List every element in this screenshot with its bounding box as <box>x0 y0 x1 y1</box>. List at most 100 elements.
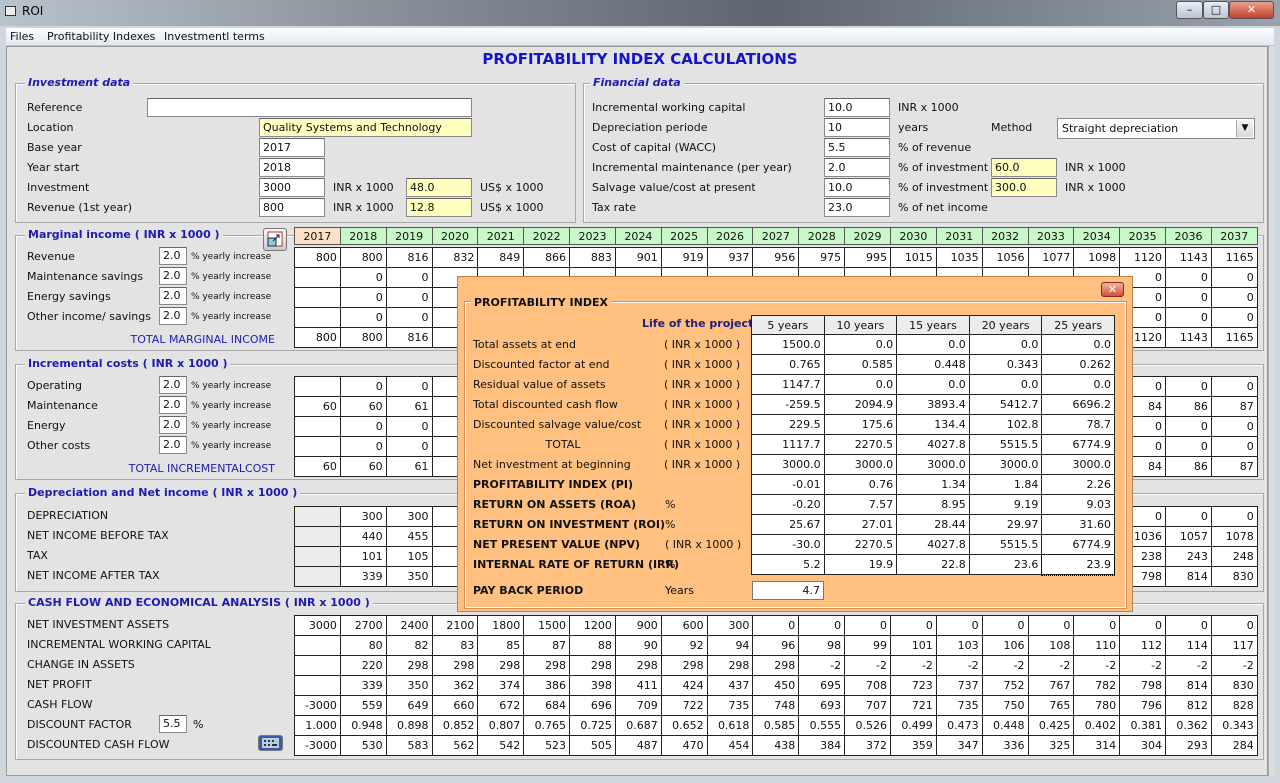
table-cell: 765 <box>1027 695 1075 716</box>
year-2035: 2035 <box>1119 227 1167 245</box>
metric-label: Discounted salvage value/cost <box>473 418 642 431</box>
table-cell: 816 <box>385 327 433 348</box>
table-cell: 814 <box>1165 675 1212 696</box>
yearly-increase-input[interactable]: 2.0 <box>159 267 187 285</box>
yearly-increase-label: % yearly increase <box>191 272 272 282</box>
table-cell: 0 <box>1165 436 1212 457</box>
table-cell: 112 <box>1119 635 1167 656</box>
table-cell: 693 <box>798 695 846 716</box>
table-row: -0.20 7.57 8.95 9.19 9.03 <box>751 494 1115 515</box>
table-cell: 325 <box>1027 735 1075 756</box>
table-cell: 1098 <box>1073 247 1121 268</box>
table-cell: 0.0 <box>896 374 970 395</box>
table-cell: 0.807 <box>477 715 525 736</box>
table-cell: 298 <box>614 655 662 676</box>
financial-input[interactable]: 10.0 <box>824 178 890 197</box>
table-cell: 0 <box>339 287 387 308</box>
financial-input[interactable]: 2.0 <box>824 158 890 177</box>
year-2020: 2020 <box>431 227 479 245</box>
depreciation-method-select[interactable]: Straight depreciation ▼ <box>1057 118 1255 139</box>
menu-investment-terms[interactable]: Investmentl terms <box>164 30 265 43</box>
table-cell: 0 <box>798 615 846 636</box>
table-cell: 672 <box>477 695 525 716</box>
table-cell: 0 <box>1119 615 1167 636</box>
table-cell: 800 <box>294 327 341 348</box>
yearly-increase-input[interactable]: 2.0 <box>159 287 187 305</box>
row-label: DISCOUNTED CASH FLOW <box>27 738 170 751</box>
table-cell: 1500.0 <box>751 334 825 355</box>
table-cell: 748 <box>752 695 800 716</box>
yearly-increase-input[interactable]: 2.0 <box>159 436 187 454</box>
yearly-increase-input[interactable]: 2.0 <box>159 396 187 414</box>
financial-unit: % of revenue <box>898 141 972 154</box>
menu-files[interactable]: Files <box>10 30 34 43</box>
revenue-input[interactable]: 800 <box>259 198 325 217</box>
menu-profitability-indexes[interactable]: Profitability Indexes <box>47 30 155 43</box>
base-year-input[interactable]: 2017 <box>259 138 325 157</box>
minimize-button[interactable]: – <box>1176 1 1203 19</box>
table-row: 800 800 816 832 849 866 883 901 919 937 956 975 995 1… <box>294 247 1258 268</box>
table-cell: 60 <box>339 456 387 477</box>
table-row: 1147.7 0.0 0.0 0.0 0.0 <box>751 374 1115 395</box>
table-cell: 60 <box>294 456 341 477</box>
table-cell: 2100 <box>431 615 479 636</box>
table-cell: 0 <box>981 615 1029 636</box>
calculator-icon <box>262 738 279 748</box>
table-cell: 750 <box>981 695 1029 716</box>
financial-input[interactable]: 23.0 <box>824 198 890 217</box>
table-cell <box>294 267 341 288</box>
base-year-label: Base year <box>27 141 82 154</box>
table-cell: 300 <box>385 506 433 527</box>
row-label: Other income/ savings <box>27 310 151 323</box>
yearly-increase-input[interactable]: 2.0 <box>159 376 187 394</box>
yearly-increase-input[interactable]: 2.0 <box>159 307 187 325</box>
reference-input[interactable] <box>147 98 472 117</box>
year-2022: 2022 <box>523 227 571 245</box>
table-row: 1500.0 0.0 0.0 0.0 0.0 <box>751 334 1115 355</box>
table-cell: 0.448 <box>981 715 1029 736</box>
table-cell: 398 <box>569 675 616 696</box>
table-cell: 735 <box>935 695 983 716</box>
calculator-button[interactable] <box>258 735 283 751</box>
discount-rate-input[interactable]: 5.5 <box>159 715 187 733</box>
financial-label: Incremental working capital <box>592 101 746 114</box>
incremental-costs-title: Incremental costs ( INR x 1000 ) <box>25 357 231 370</box>
table-cell: 2.26 <box>1041 474 1115 495</box>
yearly-increase-input[interactable]: 2.0 <box>159 416 187 434</box>
dialog-close-button[interactable]: ✕ <box>1101 282 1124 297</box>
row-label: NET INCOME AFTER TAX <box>27 569 160 582</box>
table-cell: -2 <box>1165 655 1212 676</box>
table-cell: 0 <box>1210 307 1258 328</box>
table-cell: 88 <box>569 635 616 656</box>
yearly-increase-input[interactable]: 2.0 <box>159 247 187 265</box>
financial-input[interactable]: 5.5 <box>824 138 890 157</box>
cashflow-title: CASH FLOW AND ECONOMICAL ANALYSIS ( INR … <box>25 596 373 609</box>
table-row: 339 350 362 374 386 398 411 424 437 450 695 708 723 7… <box>294 675 1258 696</box>
payback-unit: Years <box>665 584 695 597</box>
metric-unit: ( INR x 1000 ) <box>664 378 741 391</box>
location-input[interactable]: Quality Systems and Technology <box>259 118 472 137</box>
column-header: 5 years <box>751 315 825 335</box>
table-cell: 0 <box>385 307 433 328</box>
investment-input[interactable]: 3000 <box>259 178 325 197</box>
metric-label: PROFITABILITY INDEX (PI) <box>473 478 633 491</box>
table-cell: 108 <box>1027 635 1075 656</box>
financial-input[interactable]: 10.0 <box>824 98 890 117</box>
chevron-down-icon[interactable]: ▼ <box>1236 120 1253 137</box>
table-cell: 3000.0 <box>751 454 825 475</box>
year-start-input[interactable]: 2018 <box>259 158 325 177</box>
popup-window-button[interactable] <box>263 228 287 251</box>
maximize-button[interactable]: □ <box>1203 1 1229 19</box>
table-cell: 1077 <box>1027 247 1075 268</box>
table-cell: 0 <box>935 615 983 636</box>
financial-input[interactable]: 10 <box>824 118 890 137</box>
table-cell: 0.381 <box>1119 715 1167 736</box>
table-cell: 0.76 <box>823 474 898 495</box>
year-2029: 2029 <box>844 227 891 245</box>
table-cell: 298 <box>431 655 479 676</box>
table-cell: 832 <box>431 247 479 268</box>
financial-data-title: Financial data <box>590 76 684 89</box>
metric-unit: % <box>665 498 676 511</box>
financial-computed: 60.0 <box>991 158 1057 177</box>
close-button[interactable]: ✕ <box>1229 1 1274 19</box>
